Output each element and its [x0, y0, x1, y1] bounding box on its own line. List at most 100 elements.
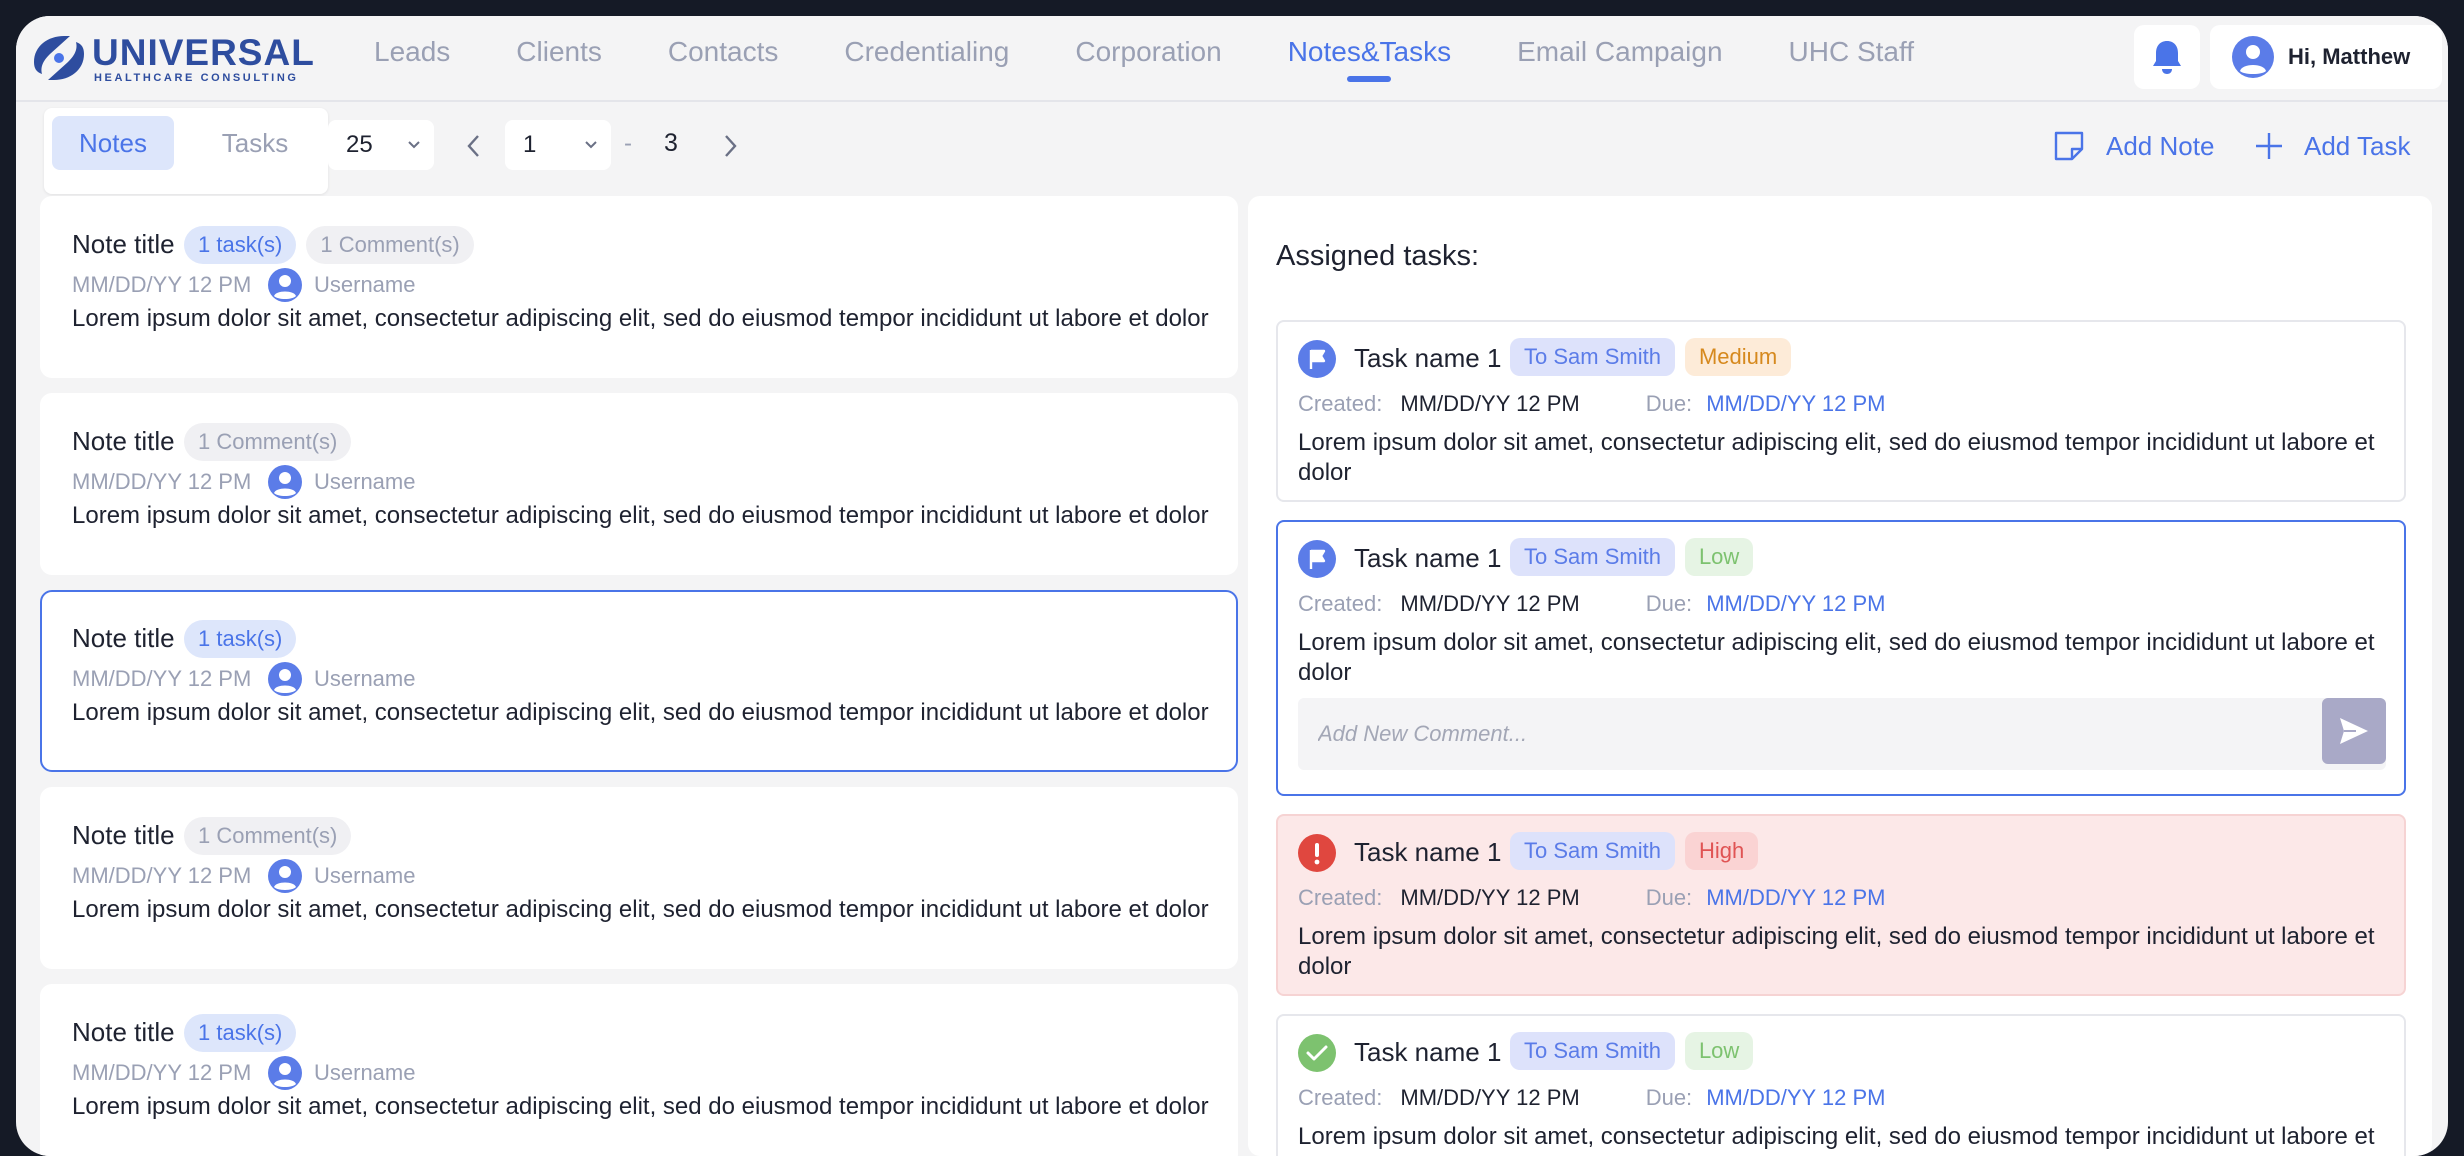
task-badges: To Sam Smith Low — [1510, 1032, 1763, 1070]
task-description: Lorem ipsum dolor sit amet, consectetur … — [1298, 629, 2375, 686]
logo[interactable]: UNIVERSAL HEALTHCARE CONSULTING — [30, 28, 330, 90]
task-card[interactable]: Task name 1 To Sam Smith Low Created: MM/DD/… — [1276, 1014, 2406, 1156]
note-title: Note title — [72, 426, 175, 456]
note-title: Note title — [72, 229, 175, 259]
task-count-badge[interactable]: 1 task(s) — [184, 1014, 297, 1052]
note-meta: MM/DD/YY 12 PM Username — [72, 859, 415, 893]
nav-item-corporation[interactable]: Corporation — [1075, 16, 1221, 102]
tab-tasks[interactable]: Tasks — [194, 116, 316, 170]
priority-badge: Low — [1684, 1032, 1754, 1070]
page-select[interactable]: 1 — [505, 120, 611, 170]
user-menu-button[interactable]: Hi, Matthew — [2210, 25, 2442, 89]
note-badges: 1 task(s) 1 Comment(s) — [184, 226, 484, 264]
next-page-icon[interactable] — [718, 132, 742, 160]
add-note-label: Add Note — [2106, 130, 2215, 161]
task-name: Task name 1 — [1354, 1037, 1502, 1067]
note-date: MM/DD/YY 12 PM — [72, 272, 252, 297]
note-card[interactable]: Note title 1 task(s) 1 Comment(s) MM/DD/YY … — [40, 196, 1238, 378]
alert-icon — [1298, 834, 1336, 872]
note-badges: 1 Comment(s) — [184, 423, 361, 461]
nav-item-clients[interactable]: Clients — [516, 16, 602, 102]
created-date: MM/DD/YY 12 PM — [1400, 591, 1580, 616]
note-card[interactable]: Note title 1 task(s) MM/DD/YY 12 PM Usernam… — [40, 984, 1238, 1156]
comment-count-badge[interactable]: 1 Comment(s) — [306, 226, 474, 264]
task-name: Task name 1 — [1354, 543, 1502, 573]
note-author: Username — [314, 666, 416, 691]
note-icon — [2054, 131, 2084, 161]
nav-item-notes-tasks[interactable]: Notes&Tasks — [1288, 16, 1451, 102]
note-badges: 1 task(s) — [184, 620, 306, 658]
task-meta: Created: MM/DD/YY 12 PM Due: MM/DD/YY 12 PM — [1298, 590, 1886, 618]
due-date: MM/DD/YY 12 PM — [1706, 591, 1886, 616]
created-date: MM/DD/YY 12 PM — [1400, 391, 1580, 416]
task-card[interactable]: Task name 1 To Sam Smith Low Created: MM/DD/… — [1276, 520, 2406, 796]
send-comment-button[interactable] — [2322, 698, 2386, 764]
task-count-badge[interactable]: 1 task(s) — [184, 620, 297, 658]
note-date: MM/DD/YY 12 PM — [72, 469, 252, 494]
bell-icon — [2153, 41, 2181, 74]
task-card[interactable]: Task name 1 To Sam Smith High Created: MM/DD… — [1276, 814, 2406, 996]
note-author: Username — [314, 272, 416, 297]
add-note-button[interactable]: Add Note — [2052, 124, 2214, 168]
due-date: MM/DD/YY 12 PM — [1706, 391, 1886, 416]
task-description: Lorem ipsum dolor sit amet, consectetur … — [1298, 1123, 2375, 1156]
note-meta: MM/DD/YY 12 PM Username — [72, 465, 415, 499]
note-author: Username — [314, 469, 416, 494]
note-author: Username — [314, 1060, 416, 1085]
main-nav: Leads Clients Contacts Credentialing Cor… — [374, 16, 1980, 102]
logo-mark-icon — [34, 36, 84, 80]
due-date: MM/DD/YY 12 PM — [1706, 885, 1886, 910]
priority-badge: Medium — [1684, 338, 1792, 376]
top-navbar: UNIVERSAL HEALTHCARE CONSULTING Leads Cl… — [16, 16, 2448, 102]
note-card[interactable]: Note title 1 Comment(s) MM/DD/YY 12 PM User… — [40, 393, 1238, 575]
nav-item-leads[interactable]: Leads — [374, 16, 450, 102]
nav-item-credentialing[interactable]: Credentialing — [844, 16, 1009, 102]
add-task-button[interactable]: Add Task — [2254, 124, 2410, 168]
due-label: Due: — [1645, 391, 1693, 416]
assigned-tasks-panel: Assigned tasks: Task name 1 To Sam Smith M… — [1248, 196, 2432, 1156]
created-date: MM/DD/YY 12 PM — [1400, 1085, 1580, 1110]
notifications-button[interactable] — [2134, 25, 2200, 89]
task-badges: To Sam Smith Medium — [1510, 338, 1801, 376]
note-author: Username — [314, 863, 416, 888]
note-meta: MM/DD/YY 12 PM Username — [72, 662, 415, 696]
note-badges: 1 Comment(s) — [184, 817, 361, 855]
nav-item-uhc-staff[interactable]: UHC Staff — [1789, 16, 1915, 102]
due-label: Due: — [1645, 1085, 1693, 1110]
app-window: UNIVERSAL HEALTHCARE CONSULTING Leads Cl… — [16, 16, 2448, 1156]
comment-count-badge[interactable]: 1 Comment(s) — [184, 423, 352, 461]
comment-composer — [1298, 698, 2386, 770]
note-card[interactable]: Note title 1 Comment(s) MM/DD/YY 12 PM User… — [40, 787, 1238, 969]
per-page-value: 25 — [346, 131, 373, 158]
prev-page-icon[interactable] — [462, 132, 486, 160]
task-badges: To Sam Smith High — [1510, 832, 1768, 870]
chevron-down-icon — [408, 141, 420, 149]
task-count-badge[interactable]: 1 task(s) — [184, 226, 297, 264]
chevron-down-icon — [585, 141, 597, 149]
avatar — [268, 268, 302, 302]
comment-count-badge[interactable]: 1 Comment(s) — [184, 817, 352, 855]
page-separator: - — [624, 130, 632, 157]
brand-name: UNIVERSAL — [92, 32, 315, 73]
created-label: Created: — [1298, 591, 1383, 616]
note-body: Lorem ipsum dolor sit amet, consectetur … — [72, 1093, 1209, 1120]
notes-tasks-toggle: Notes Tasks — [44, 108, 328, 194]
task-card[interactable]: Task name 1 To Sam Smith Medium Created: MM/… — [1276, 320, 2406, 502]
note-title: Note title — [72, 623, 175, 653]
due-date: MM/DD/YY 12 PM — [1706, 1085, 1886, 1110]
priority-badge: High — [1684, 832, 1759, 870]
task-name: Task name 1 — [1354, 343, 1502, 373]
task-meta: Created: MM/DD/YY 12 PM Due: MM/DD/YY 12 PM — [1298, 1084, 1886, 1112]
note-meta: MM/DD/YY 12 PM Username — [72, 268, 415, 302]
nav-item-contacts[interactable]: Contacts — [668, 16, 779, 102]
avatar — [2232, 36, 2274, 78]
assignee-badge: To Sam Smith — [1510, 1032, 1675, 1070]
task-description: Lorem ipsum dolor sit amet, consectetur … — [1298, 429, 2375, 486]
comment-input[interactable] — [1298, 698, 2298, 770]
flag-icon — [1298, 540, 1336, 578]
tab-notes[interactable]: Notes — [52, 116, 174, 170]
nav-item-email-campaign[interactable]: Email Campaign — [1517, 16, 1722, 102]
per-page-select[interactable]: 25 — [328, 120, 434, 170]
note-card[interactable]: Note title 1 task(s) MM/DD/YY 12 PM Usernam… — [40, 590, 1238, 772]
avatar — [268, 465, 302, 499]
